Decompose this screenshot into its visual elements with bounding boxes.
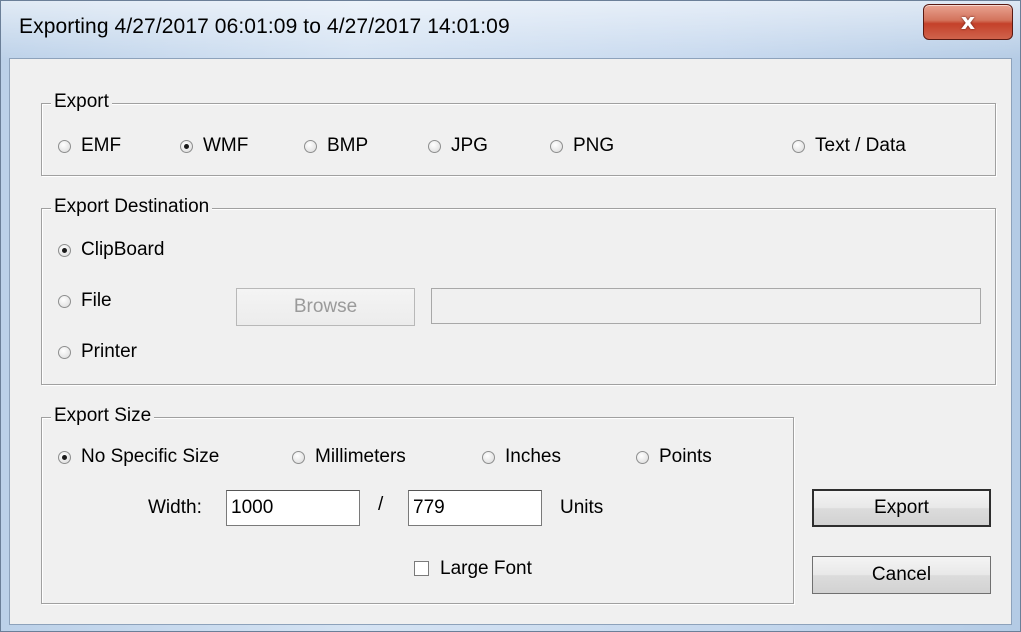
close-button[interactable]: x — [923, 4, 1013, 40]
radio-points-label: Points — [659, 446, 712, 467]
radio-inches-label: Inches — [505, 446, 561, 467]
radio-no-specific-size-label: No Specific Size — [81, 446, 220, 467]
radio-wmf[interactable]: WMF — [180, 135, 248, 157]
export-destination-group-label: Export Destination — [51, 196, 213, 218]
radio-emf[interactable]: EMF — [58, 135, 121, 157]
dimension-separator: / — [378, 494, 384, 515]
radio-clipboard-label: ClipBoard — [81, 239, 165, 260]
dialog-client-area: Export EMF WMF BMP JPG PNG Text / Data E… — [9, 58, 1012, 625]
radio-no-specific-size[interactable]: No Specific Size — [58, 446, 219, 468]
radio-wmf-label: WMF — [203, 135, 249, 156]
large-font-label: Large Font — [440, 558, 532, 579]
width-input[interactable]: 1000 — [226, 490, 360, 526]
radio-png-label: PNG — [573, 135, 615, 156]
close-icon: x — [960, 9, 976, 35]
radio-jpg-circle[interactable] — [428, 139, 441, 153]
export-button[interactable]: Export — [812, 489, 991, 527]
radio-printer-label: Printer — [81, 341, 137, 362]
radio-bmp-circle[interactable] — [304, 139, 317, 153]
radio-file-label: File — [81, 290, 112, 311]
radio-emf-label: EMF — [81, 135, 122, 156]
radio-no-specific-size-circle[interactable] — [58, 450, 71, 464]
radio-png-circle[interactable] — [550, 139, 563, 153]
radio-png[interactable]: PNG — [550, 135, 614, 157]
browse-button[interactable]: Browse — [236, 288, 415, 326]
cancel-button[interactable]: Cancel — [812, 556, 991, 594]
radio-emf-circle[interactable] — [58, 139, 71, 153]
radio-file-circle[interactable] — [58, 294, 71, 308]
radio-wmf-circle[interactable] — [180, 139, 193, 153]
radio-text-data-label: Text / Data — [815, 135, 906, 156]
radio-bmp[interactable]: BMP — [304, 135, 368, 157]
export-size-group-label: Export Size — [51, 405, 155, 427]
radio-file[interactable]: File — [58, 290, 112, 312]
radio-points[interactable]: Points — [636, 446, 712, 468]
width-label: Width: — [148, 497, 202, 518]
radio-millimeters[interactable]: Millimeters — [292, 446, 406, 468]
radio-jpg[interactable]: JPG — [428, 135, 488, 157]
radio-printer-circle[interactable] — [58, 345, 71, 359]
radio-millimeters-circle[interactable] — [292, 450, 305, 464]
large-font-checkbox[interactable] — [414, 561, 429, 576]
radio-text-data[interactable]: Text / Data — [792, 135, 906, 157]
export-dialog: Exporting 4/27/2017 06:01:09 to 4/27/201… — [0, 0, 1021, 632]
radio-inches-circle[interactable] — [482, 450, 495, 464]
radio-bmp-label: BMP — [327, 135, 369, 156]
export-format-group-label: Export — [51, 91, 112, 113]
radio-clipboard-circle[interactable] — [58, 243, 71, 257]
radio-jpg-label: JPG — [451, 135, 488, 156]
file-path-field[interactable] — [431, 288, 981, 324]
radio-text-data-circle[interactable] — [792, 139, 805, 153]
units-label: Units — [560, 497, 604, 518]
radio-printer[interactable]: Printer — [58, 341, 137, 363]
radio-inches[interactable]: Inches — [482, 446, 561, 468]
height-input[interactable]: 779 — [408, 490, 542, 526]
radio-points-circle[interactable] — [636, 450, 649, 464]
window-title: Exporting 4/27/2017 06:01:09 to 4/27/201… — [19, 15, 510, 38]
radio-clipboard[interactable]: ClipBoard — [58, 239, 164, 261]
radio-millimeters-label: Millimeters — [315, 446, 406, 467]
